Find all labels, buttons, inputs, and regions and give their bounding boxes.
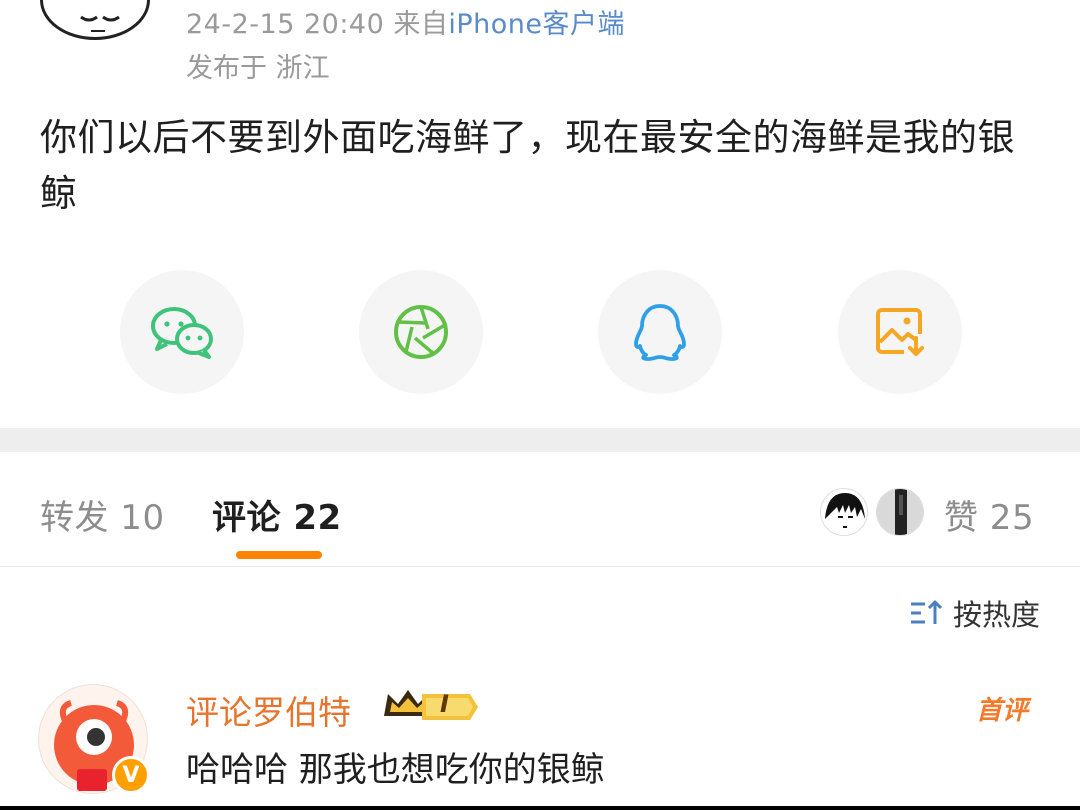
sort-icon	[910, 600, 943, 624]
source-client-link[interactable]: iPhone客户端	[448, 9, 625, 40]
save-image-button[interactable]	[838, 270, 962, 394]
comment-text: 哈哈哈 那我也想吃你的银鲸	[186, 750, 605, 790]
source-prefix: 来自	[393, 9, 449, 40]
active-tab-indicator	[236, 551, 322, 559]
save-image-icon	[876, 308, 924, 356]
level-text: I	[440, 690, 449, 718]
tab-like[interactable]: 赞 25	[944, 490, 1034, 539]
share-wechat-button[interactable]	[120, 270, 244, 394]
first-comment-badge: 首评	[975, 696, 1028, 726]
tab-comment[interactable]: 评论 22	[212, 490, 342, 539]
sort-label: 按热度	[952, 598, 1040, 632]
crown-level-badge-icon	[384, 690, 478, 720]
post-text: 你们以后不要到外面吃海鲜了，现在最安全的海鲜是我的银鲸	[40, 116, 1015, 215]
qq-icon	[634, 304, 686, 361]
section-separator	[0, 428, 1080, 452]
wechat-icon	[151, 307, 213, 359]
poster-avatar[interactable]	[40, 0, 150, 40]
share-moments-button[interactable]	[359, 270, 483, 394]
liker-avatar[interactable]	[876, 488, 924, 536]
liker-avatar[interactable]	[820, 488, 868, 536]
post-location: 发布于 浙江	[186, 53, 330, 84]
commenter-name[interactable]: 评论罗伯特	[186, 686, 351, 734]
share-qq-button[interactable]	[598, 270, 722, 394]
moments-icon	[394, 305, 448, 359]
sort-selector[interactable]: 按热度	[909, 592, 1040, 634]
tabs-divider	[0, 566, 1080, 567]
post-timestamp: 24-2-15 20:40	[186, 9, 385, 40]
weibo-post-screen: 24-2-15 20:40 来自iPhone客户端 发布于 浙江 你们以后不要到…	[0, 0, 1080, 806]
verified-badge-icon: V	[112, 756, 150, 794]
tab-repost[interactable]: 转发 10	[40, 490, 165, 539]
post-meta: 24-2-15 20:40 来自iPhone客户端	[186, 2, 625, 41]
